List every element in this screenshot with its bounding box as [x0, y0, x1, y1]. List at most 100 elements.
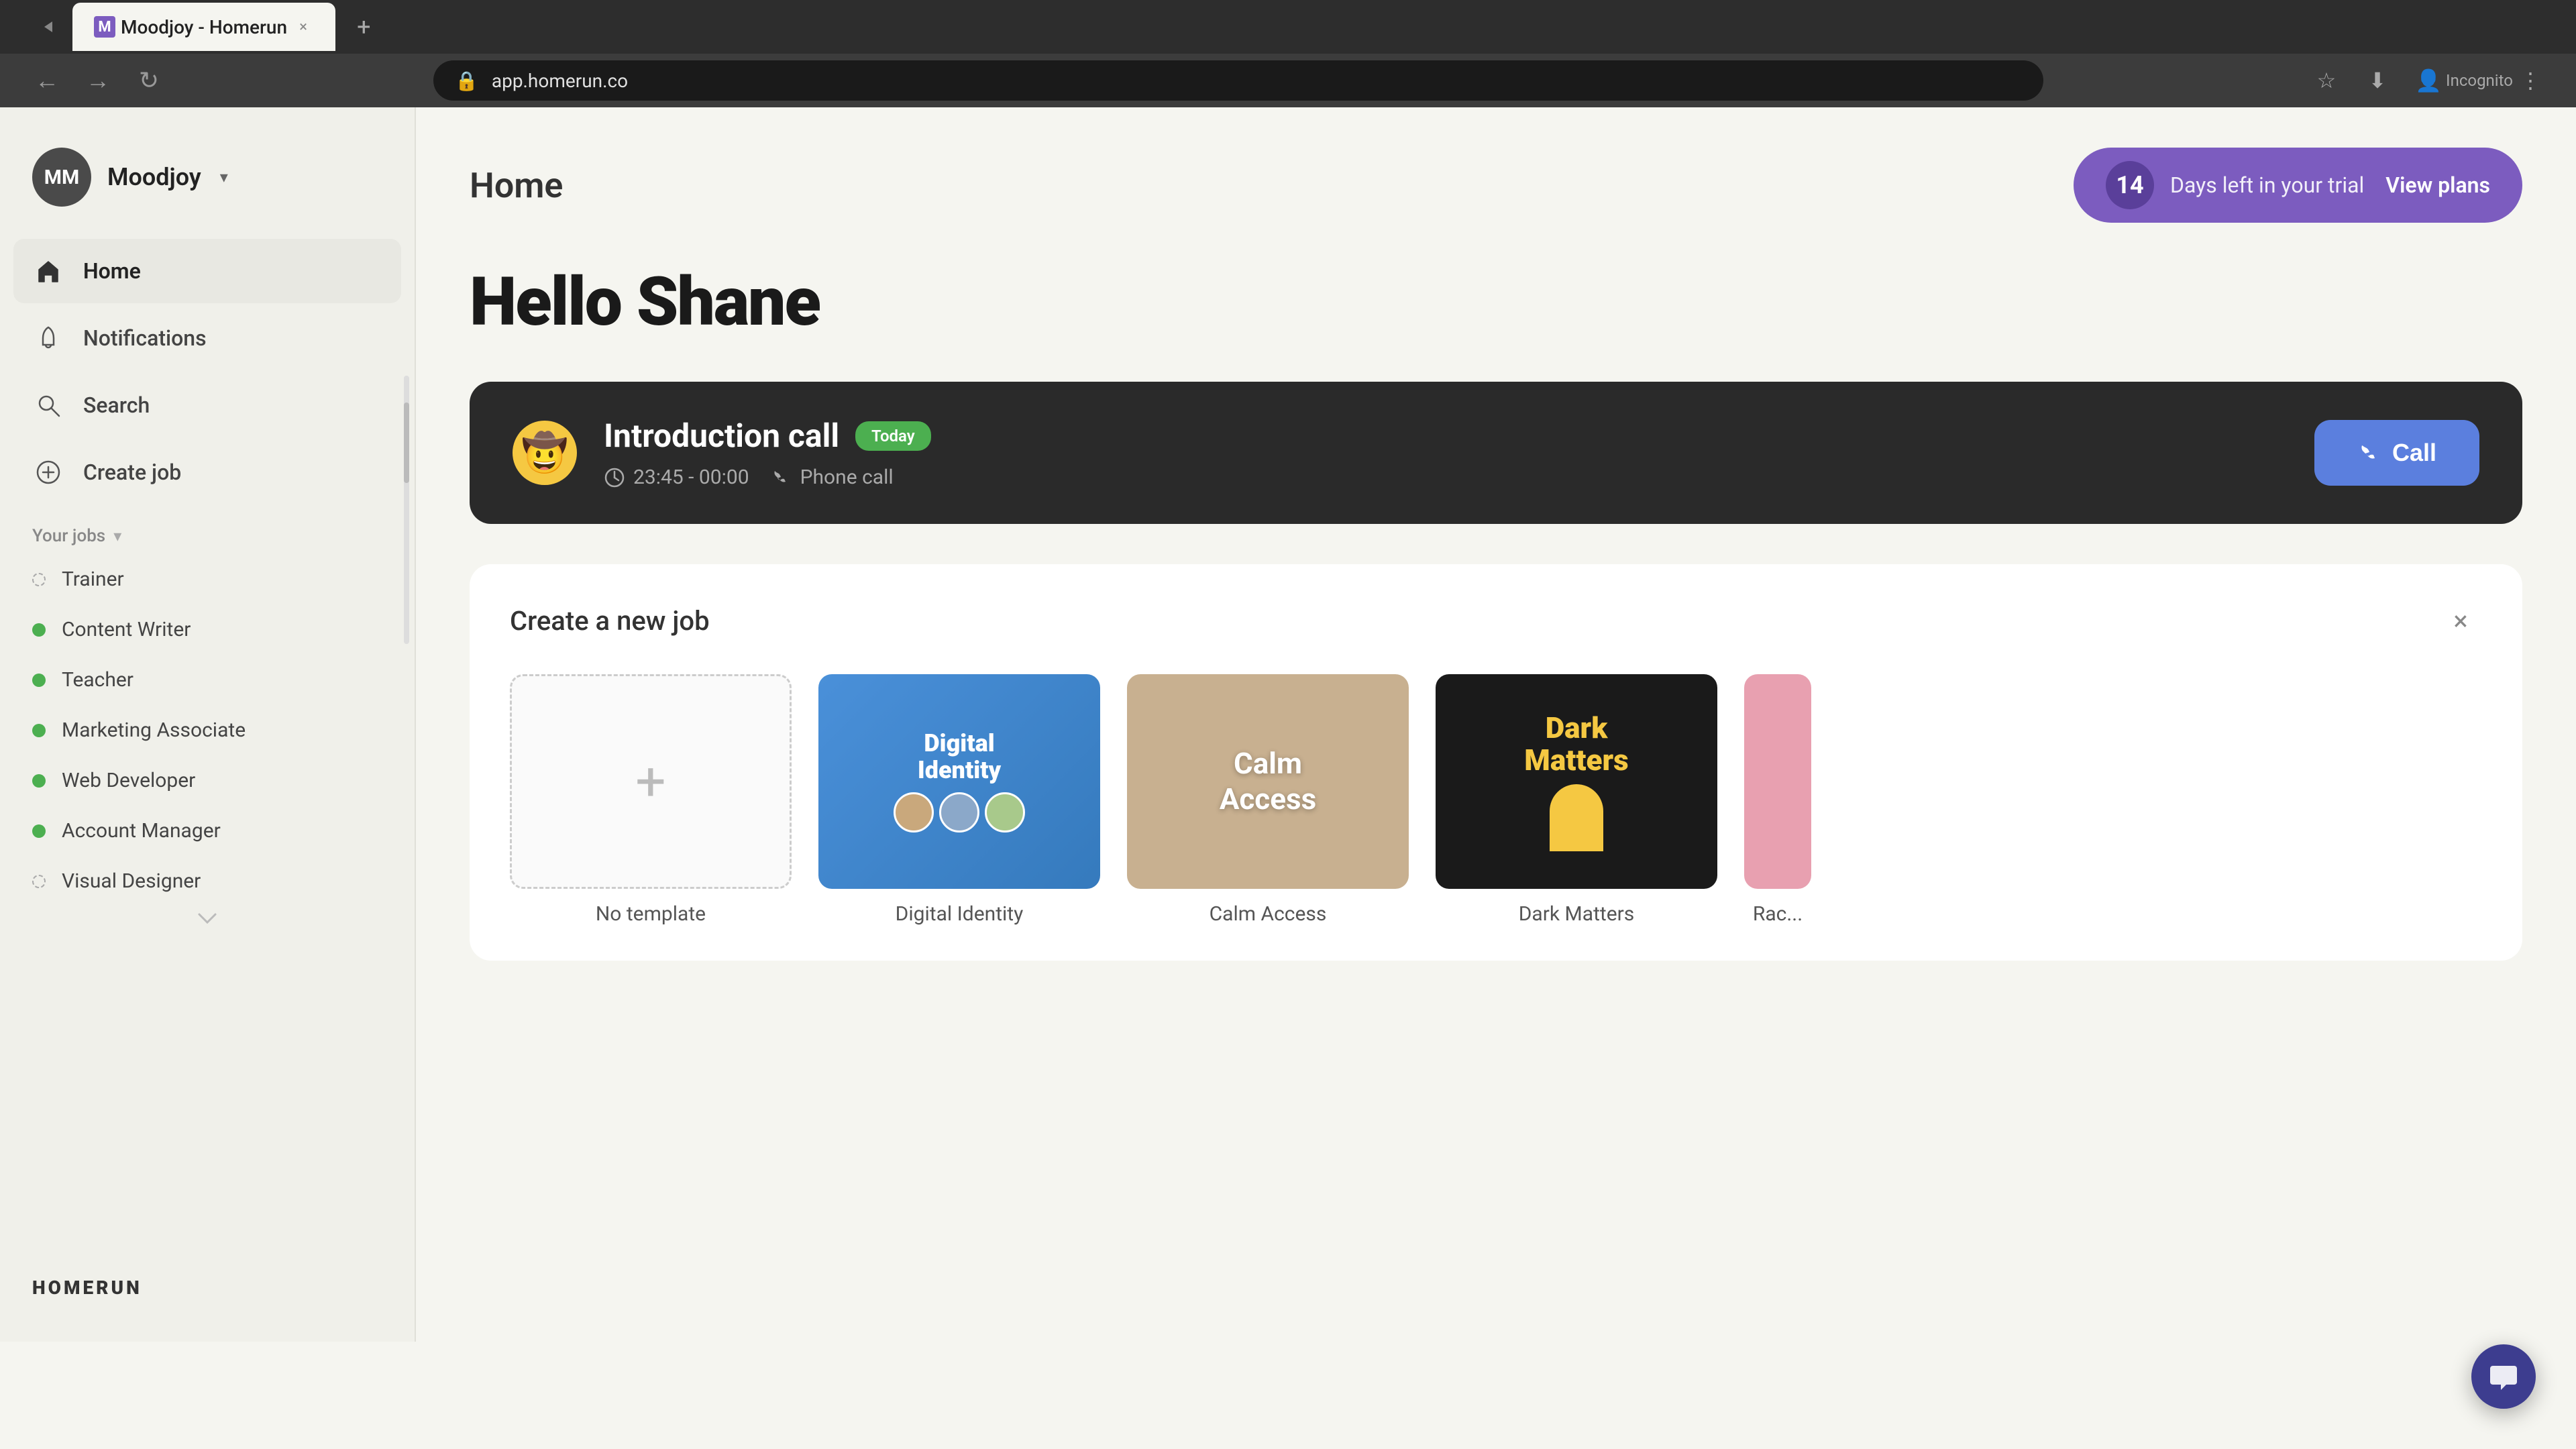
rac-label: Rac...: [1744, 902, 1811, 926]
marketing-associate-label: Marketing Associate: [62, 718, 246, 742]
plus-circle-icon: [32, 456, 64, 488]
dm-title: DarkMatters: [1524, 712, 1628, 777]
sidebar-item-trainer[interactable]: Trainer: [13, 554, 401, 604]
trial-text: Days left in your trial: [2170, 172, 2364, 198]
template-dark-matters[interactable]: DarkMatters Dark Matters: [1436, 674, 1717, 926]
trial-days-badge: 14: [2106, 161, 2154, 209]
di-title: DigitalIdentity: [918, 731, 1001, 784]
call-time-text: 23:45 - 00:00: [633, 466, 749, 489]
page-title: Home: [470, 165, 563, 206]
brand-chevron: ▾: [220, 168, 228, 186]
address-url: app.homerun.co: [492, 70, 628, 92]
jobs-chevron-icon: ▾: [113, 527, 121, 545]
plus-icon: +: [635, 750, 665, 813]
sidebar-item-marketing-associate[interactable]: Marketing Associate: [13, 705, 401, 755]
today-badge: Today: [855, 421, 931, 451]
create-job-section: Create a new job × + No template Digital…: [470, 564, 2522, 961]
calm-access-label: Calm Access: [1127, 902, 1409, 926]
trial-banner: 14 Days left in your trial View plans: [2074, 148, 2522, 223]
reload-button[interactable]: ↻: [129, 60, 169, 101]
address-bar-row: ← → ↻ 🔒 app.homerun.co ☆ ⬇ 👤 Incognito ⋮: [0, 54, 2576, 107]
call-type: Phone call: [771, 466, 894, 489]
jobs-section-label: Your jobs ▾: [0, 504, 415, 554]
sidebar-item-home-label: Home: [83, 258, 141, 284]
homerun-logo: HOMERUN: [32, 1277, 382, 1299]
jobs-list: Trainer Content Writer Teacher Marketing…: [0, 554, 415, 906]
bookmark-button[interactable]: ☆: [2308, 62, 2345, 99]
teacher-dot: [32, 674, 46, 687]
calm-access-thumb: CalmAccess: [1127, 674, 1409, 889]
no-template-label: No template: [510, 902, 792, 926]
sidebar-scrollbar[interactable]: [404, 376, 409, 644]
incognito-button[interactable]: Incognito: [2461, 62, 2498, 99]
sidebar-item-create-job[interactable]: Create job: [13, 440, 401, 504]
template-calm-access[interactable]: CalmAccess Calm Access: [1127, 674, 1409, 926]
create-job-header: Create a new job ×: [510, 599, 2482, 642]
template-no-template[interactable]: + No template: [510, 674, 792, 926]
address-bar[interactable]: 🔒 app.homerun.co: [433, 60, 2043, 101]
digital-identity-thumb: DigitalIdentity: [818, 674, 1100, 889]
tab-bar: M Moodjoy - Homerun × +: [0, 0, 2576, 54]
sidebar-nav: Home Notifications Searc: [0, 239, 415, 504]
sidebar-item-create-job-label: Create job: [83, 460, 181, 485]
sidebar-item-teacher[interactable]: Teacher: [13, 655, 401, 705]
sidebar-item-home[interactable]: Home: [13, 239, 401, 303]
forward-button[interactable]: →: [78, 60, 118, 101]
create-job-title: Create a new job: [510, 605, 710, 637]
call-btn-label: Call: [2392, 439, 2436, 467]
sidebar-footer: HOMERUN: [0, 1260, 415, 1315]
sidebar-item-visual-designer[interactable]: Visual Designer: [13, 856, 401, 906]
call-title-row: Introduction call Today: [604, 417, 2288, 455]
chat-bubble-button[interactable]: [2471, 1344, 2536, 1409]
sidebar-item-notifications[interactable]: Notifications: [13, 306, 401, 370]
template-digital-identity[interactable]: DigitalIdentity Digital Identity: [818, 674, 1100, 926]
menu-button[interactable]: ⋮: [2512, 62, 2549, 99]
call-type-text: Phone call: [800, 466, 894, 489]
visual-designer-label: Visual Designer: [62, 869, 201, 893]
marketing-associate-dot: [32, 724, 46, 737]
template-rac[interactable]: Rac...: [1744, 674, 1811, 926]
profile-button[interactable]: 👤: [2410, 62, 2447, 99]
brand-avatar: MM: [32, 148, 91, 207]
tab-favicon: M: [94, 16, 115, 38]
sidebar: MM Moodjoy ▾ Home: [0, 107, 416, 1342]
call-info: Introduction call Today 23:45 - 00:00: [604, 417, 2288, 489]
call-title: Introduction call: [604, 417, 839, 455]
digital-identity-label: Digital Identity: [818, 902, 1100, 926]
template-grid: + No template DigitalIdentity: [510, 674, 2482, 926]
account-manager-dot: [32, 824, 46, 838]
dark-matters-thumb: DarkMatters: [1436, 674, 1717, 889]
sidebar-item-content-writer[interactable]: Content Writer: [13, 604, 401, 655]
web-developer-label: Web Developer: [62, 769, 195, 792]
call-emoji: 🤠: [513, 421, 577, 485]
app-container: MM Moodjoy ▾ Home: [0, 107, 2576, 1342]
bell-icon: [32, 322, 64, 354]
browser-nav-buttons: ← → ↻: [27, 60, 169, 101]
tab-close-button[interactable]: ×: [292, 16, 314, 38]
tab-title: Moodjoy - Homerun: [121, 16, 287, 38]
new-tab-button[interactable]: +: [357, 13, 370, 41]
home-icon: [32, 255, 64, 287]
dark-matters-label: Dark Matters: [1436, 902, 1717, 926]
sidebar-item-web-developer[interactable]: Web Developer: [13, 755, 401, 806]
sidebar-item-account-manager[interactable]: Account Manager: [13, 806, 401, 856]
sidebar-brand[interactable]: MM Moodjoy ▾: [0, 134, 415, 239]
dm-person: [1550, 784, 1603, 851]
call-time: 23:45 - 00:00: [604, 466, 749, 489]
download-button[interactable]: ⬇: [2359, 62, 2396, 99]
main-content: Home 14 Days left in your trial View pla…: [416, 107, 2576, 1342]
web-developer-dot: [32, 774, 46, 788]
greeting-heading: Hello Shane: [470, 263, 2522, 341]
call-details: 23:45 - 00:00 Phone call: [604, 466, 2288, 489]
close-create-job-button[interactable]: ×: [2439, 599, 2482, 642]
content-writer-dot: [32, 623, 46, 637]
sidebar-item-search[interactable]: Search: [13, 373, 401, 437]
intro-call-card: 🤠 Introduction call Today 23:45 - 00:00: [470, 382, 2522, 524]
view-plans-link[interactable]: View plans: [2385, 172, 2490, 198]
call-button[interactable]: Call: [2314, 420, 2479, 486]
visual-designer-dot: [32, 875, 46, 888]
back-button[interactable]: ←: [27, 60, 67, 101]
brand-name: Moodjoy: [107, 163, 201, 191]
search-icon: [32, 389, 64, 421]
tab-nav-back[interactable]: [27, 7, 67, 47]
